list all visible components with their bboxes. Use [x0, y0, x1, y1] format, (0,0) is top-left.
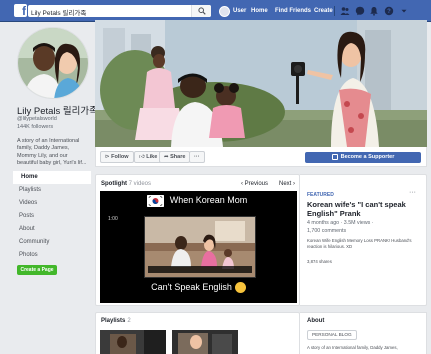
- previous-label: Previous: [244, 181, 269, 187]
- become-supporter-button[interactable]: Become a Supporter: [305, 152, 421, 163]
- video-caption-bottom-text: Can't Speak English: [151, 282, 232, 292]
- more-options-button[interactable]: ···: [189, 151, 205, 163]
- spotlight-next-button[interactable]: Next ›: [279, 181, 295, 187]
- featured-video-card: FEATURED ··· Korean wife's "I can't spea…: [300, 174, 427, 306]
- playlists-card: Playlists 2: [95, 312, 300, 354]
- video-caption-bottom: Can't Speak English: [100, 282, 297, 294]
- share-button[interactable]: ➦ Share: [159, 151, 191, 163]
- like-label: Like: [146, 154, 158, 160]
- create-page-button[interactable]: Create a Page: [17, 265, 57, 275]
- playlist-thumbnail[interactable]: [100, 330, 166, 354]
- playlist-thumbnail-image: [100, 330, 166, 354]
- notifications-icon[interactable]: [369, 6, 379, 16]
- page-title: Lily Petals 릴리가족: [17, 106, 98, 117]
- playlist-thumbnail[interactable]: [172, 330, 238, 354]
- category-badge[interactable]: PERSONAL BLOG: [307, 330, 357, 340]
- messenger-icon[interactable]: [355, 6, 365, 16]
- about-card: About PERSONAL BLOG A story of an Intern…: [300, 312, 427, 354]
- about-description: A story of an International family, Dadd…: [307, 345, 398, 350]
- chevron-right-icon: ›: [291, 181, 296, 187]
- page-profile-picture[interactable]: [17, 27, 89, 99]
- user-avatar: [219, 5, 230, 17]
- next-label: Next: [279, 181, 292, 187]
- spotlight-video-player[interactable]: When Korean Mom 1:00 Can't Speak English: [100, 191, 297, 303]
- supporter-label: Become a Supporter: [340, 154, 395, 160]
- share-label: Share: [170, 154, 186, 160]
- video-frame: [144, 216, 256, 278]
- featured-more-button[interactable]: ···: [409, 189, 416, 196]
- follow-button[interactable]: ⊳ Follow: [100, 151, 134, 163]
- featured-share-count: 3,874 shares: [307, 259, 332, 264]
- playlists-heading: Playlists 2: [101, 318, 131, 324]
- video-timestamp: 1:00: [108, 216, 118, 222]
- about-heading: About: [307, 318, 325, 324]
- find-friends-link[interactable]: Find Friends: [275, 8, 311, 14]
- friend-requests-icon[interactable]: [340, 6, 350, 16]
- user-profile-link[interactable]: User: [219, 5, 246, 17]
- search-icon: [198, 7, 206, 15]
- featured-video-description: Korean Wife English Memory Loss PRANK! H…: [307, 238, 412, 249]
- help-icon[interactable]: ?: [384, 6, 394, 16]
- page-handle[interactable]: @lilypetalsworld: [17, 116, 57, 122]
- sidebar-item-about[interactable]: About: [13, 223, 91, 236]
- sidebar-item-photos[interactable]: Photos: [13, 249, 91, 262]
- profile-photo: [18, 28, 88, 98]
- page-sidebar-nav: Home Playlists Videos Posts About Commun…: [13, 171, 91, 262]
- create-link[interactable]: Create: [314, 8, 333, 14]
- video-caption-top-text: When Korean Mom: [169, 195, 248, 205]
- page-description: A story of an International family, Dadd…: [17, 138, 87, 166]
- sidebar-item-community[interactable]: Community: [13, 236, 91, 249]
- sidebar-item-posts[interactable]: Posts: [13, 210, 91, 223]
- top-navigation-bar: f Lily Petals 릴리가족 User Home Find Friend…: [0, 0, 431, 22]
- search-button[interactable]: [191, 5, 211, 17]
- cover-photo[interactable]: [95, 20, 427, 147]
- search-input[interactable]: Lily Petals 릴리가족: [28, 5, 211, 17]
- featured-meta-line2: 1,700 comments: [307, 227, 347, 234]
- settings-dropdown-icon[interactable]: [399, 6, 409, 16]
- featured-video-title[interactable]: Korean wife's "I can't speak English" Pr…: [307, 200, 419, 218]
- sidebar-item-home[interactable]: Home: [13, 171, 91, 184]
- playlists-title: Playlists: [101, 318, 126, 324]
- playlist-thumbnail-image: [172, 330, 238, 354]
- follower-count: 144K followers: [17, 124, 54, 130]
- svg-text:?: ?: [387, 9, 391, 15]
- laughing-emoji-icon: [234, 282, 246, 294]
- video-subtitle-bar: [148, 266, 252, 273]
- follow-label: Follow: [111, 154, 129, 160]
- featured-meta-line1: 4 months ago · 3.5M views ·: [307, 220, 374, 226]
- video-caption-top: When Korean Mom: [100, 195, 297, 205]
- playlists-count: 2: [127, 318, 131, 324]
- supporter-icon: [331, 153, 338, 160]
- facebook-logo[interactable]: f: [14, 4, 27, 17]
- cover-photo-image: [95, 20, 427, 147]
- spotlight-heading: Spotlight 7 videos: [101, 181, 151, 187]
- spotlight-card: Spotlight 7 videos ‹ Previous Next › Whe…: [95, 174, 300, 306]
- featured-video-meta: 4 months ago · 3.5M views · 1,700 commen…: [307, 220, 419, 235]
- featured-label: FEATURED: [307, 192, 334, 198]
- spotlight-count: 7 videos: [128, 181, 152, 187]
- home-link[interactable]: Home: [251, 8, 268, 14]
- user-label: User: [233, 8, 247, 14]
- spotlight-previous-button[interactable]: ‹ Previous: [241, 181, 268, 187]
- nav-divider: [334, 6, 335, 16]
- sidebar-item-playlists[interactable]: Playlists: [13, 184, 91, 197]
- sidebar-item-videos[interactable]: Videos: [13, 197, 91, 210]
- spotlight-title: Spotlight: [101, 181, 127, 187]
- search-input-value: Lily Petals 릴리가족: [31, 10, 87, 17]
